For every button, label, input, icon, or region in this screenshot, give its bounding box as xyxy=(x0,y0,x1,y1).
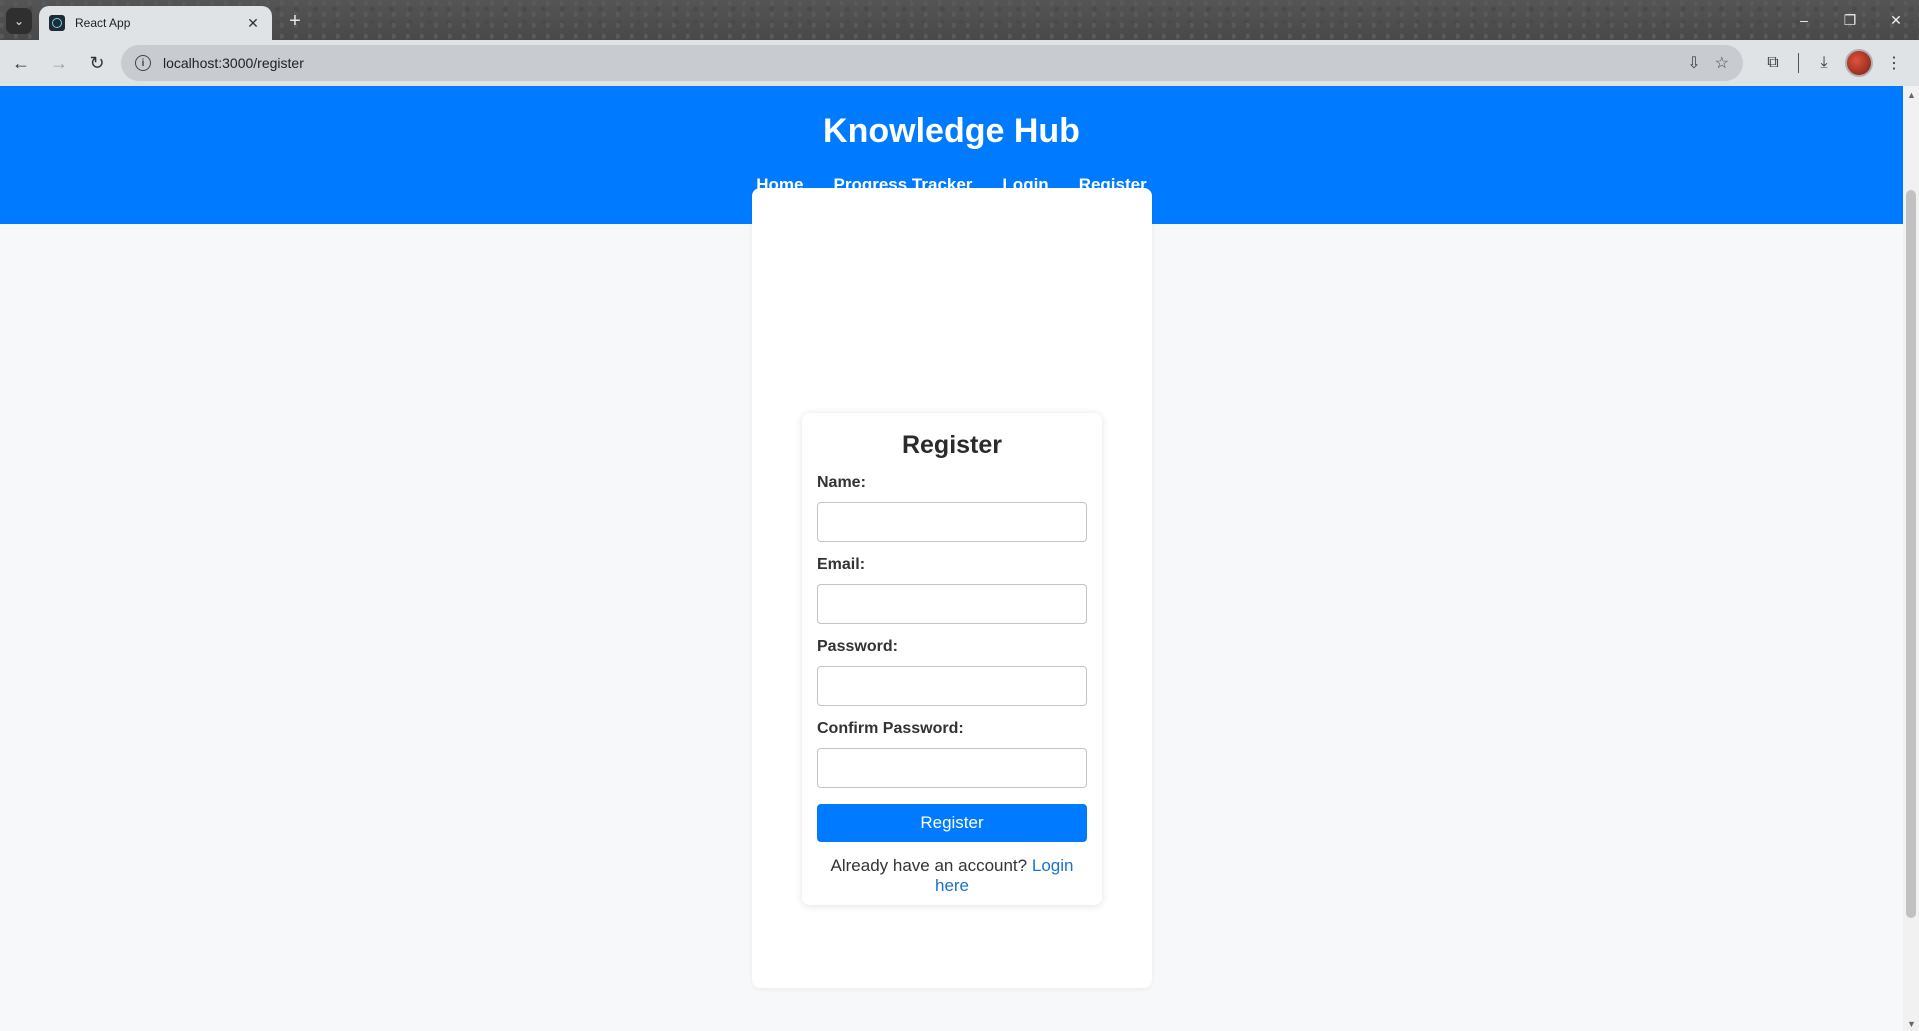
close-tab-icon[interactable]: ✕ xyxy=(244,15,262,32)
close-window-button[interactable]: ✕ xyxy=(1873,0,1919,40)
scroll-down-icon[interactable]: ▼ xyxy=(1907,1019,1916,1029)
name-label: Name: xyxy=(817,474,866,491)
install-app-icon[interactable]: ⇩ xyxy=(1687,53,1700,73)
new-tab-button[interactable]: + xyxy=(282,8,308,34)
bookmark-star-icon[interactable]: ☆ xyxy=(1715,53,1729,73)
browser-chrome: ⌄ React App ✕ + – ❐ ✕ ← → ↻ i localhost:… xyxy=(0,0,1919,86)
tab-strip: ⌄ React App ✕ + – ❐ ✕ xyxy=(0,0,1919,40)
email-field-group: Email: xyxy=(817,556,1087,624)
forward-button[interactable]: → xyxy=(42,46,76,80)
form-title: Register xyxy=(901,431,1003,459)
react-favicon-icon xyxy=(49,15,65,31)
arrow-left-icon: ← xyxy=(12,52,30,73)
address-bar[interactable]: i localhost:3000/register ⇩ ☆ xyxy=(121,45,1743,81)
scrollbar-thumb[interactable] xyxy=(1906,190,1916,918)
confirm-password-field-group: Confirm Password: xyxy=(817,720,1087,788)
browser-toolbar: ← → ↻ i localhost:3000/register ⇩ ☆ ⧉ ⤓ … xyxy=(0,40,1919,86)
tab-title: React App xyxy=(75,16,131,30)
profile-avatar[interactable] xyxy=(1845,49,1873,77)
arrow-right-icon: → xyxy=(50,52,68,73)
password-input[interactable] xyxy=(817,666,1087,706)
minimize-button[interactable]: – xyxy=(1781,0,1827,40)
page-scrollbar[interactable]: ▲ ▼ xyxy=(1903,86,1919,1031)
name-field-group: Name: xyxy=(817,474,1087,542)
email-label: Email: xyxy=(817,556,866,573)
reload-icon: ↻ xyxy=(89,52,105,73)
window-controls: – ❐ ✕ xyxy=(1781,0,1919,40)
scroll-up-icon[interactable]: ▲ xyxy=(1907,90,1916,100)
plus-icon: + xyxy=(289,9,301,32)
login-prompt: Already have an account? Login here xyxy=(817,856,1087,896)
password-field-group: Password: xyxy=(817,638,1087,706)
toolbar-actions: ⧉ ⤓ ⋮ xyxy=(1756,45,1911,81)
reload-button[interactable]: ↻ xyxy=(80,46,114,80)
register-form: Register Name: Email: Password: Confirm … xyxy=(802,413,1102,905)
name-input[interactable] xyxy=(817,502,1087,542)
login-prompt-text: Already have an account? xyxy=(830,856,1028,875)
toolbar-divider xyxy=(1798,53,1799,73)
confirm-password-input[interactable] xyxy=(817,748,1087,788)
confirm-password-label: Confirm Password: xyxy=(817,720,964,737)
site-info-icon[interactable]: i xyxy=(135,55,151,71)
extensions-icon[interactable]: ⧉ xyxy=(1756,46,1790,80)
email-input[interactable] xyxy=(817,584,1087,624)
register-button[interactable]: Register xyxy=(817,804,1087,842)
password-label: Password: xyxy=(817,638,898,655)
chevron-down-icon: ⌄ xyxy=(13,14,25,28)
more-menu-icon[interactable]: ⋮ xyxy=(1877,46,1911,80)
restore-button[interactable]: ❐ xyxy=(1827,0,1873,40)
site-title: Knowledge Hub xyxy=(823,112,1080,150)
downloads-icon[interactable]: ⤓ xyxy=(1807,46,1841,80)
tab-search-button[interactable]: ⌄ xyxy=(6,8,32,34)
url-text[interactable]: localhost:3000/register xyxy=(163,55,1673,71)
browser-tab[interactable]: React App ✕ xyxy=(39,6,272,40)
back-button[interactable]: ← xyxy=(4,46,38,80)
